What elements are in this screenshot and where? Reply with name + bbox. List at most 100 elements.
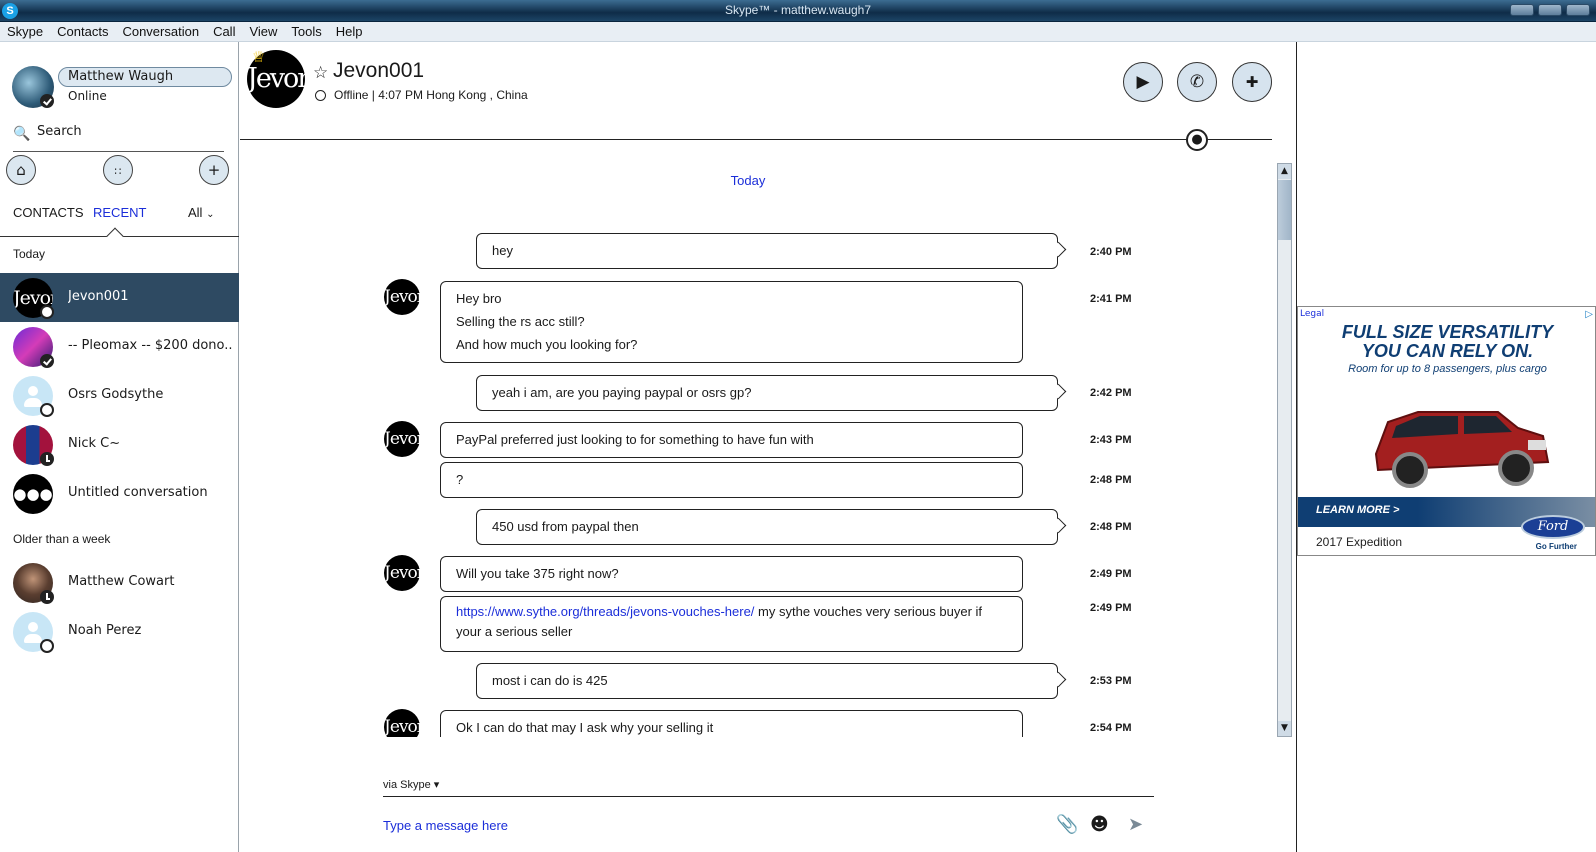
sidebar: Matthew Waugh Online 🔍 Search ⌂ ∷ + CONT… [0, 42, 239, 852]
emoticon-icon[interactable]: ☻ [1090, 814, 1109, 835]
suv-image [1374, 411, 1550, 488]
send-icon[interactable]: ➤ [1128, 814, 1143, 835]
home-icon: ⌂ [16, 161, 26, 179]
contact-name: Nick C~ [68, 436, 121, 451]
message-bubble-incoming[interactable]: ? [440, 462, 1023, 498]
menu-contacts[interactable]: Contacts [57, 24, 108, 39]
online-status-icon [40, 354, 54, 368]
section-today: Today [13, 247, 46, 261]
home-button[interactable]: ⌂ [6, 155, 36, 185]
video-call-button[interactable]: ▶ [1123, 62, 1163, 102]
offline-status-icon [40, 305, 54, 319]
contact-noah-perez[interactable]: Noah Perez [0, 607, 239, 656]
chat-title[interactable]: Jevon001 [333, 59, 424, 83]
message-time: 2:54 PM [1090, 722, 1132, 734]
via-skype-dropdown[interactable]: via Skype ▾ [383, 778, 439, 791]
menu-tools[interactable]: Tools [291, 24, 321, 39]
phone-icon: ✆ [1189, 72, 1205, 92]
minimize-button[interactable] [1510, 4, 1534, 16]
message-bubble-outgoing[interactable]: yeah i am, are you paying paypal or osrs… [476, 375, 1058, 411]
menu-conversation[interactable]: Conversation [122, 24, 199, 39]
offline-status-icon [315, 90, 326, 101]
profile-status[interactable]: Online [68, 89, 107, 103]
plus-icon: + [207, 161, 221, 179]
scroll-thumb[interactable] [1278, 180, 1291, 240]
search-box[interactable]: 🔍 Search [13, 122, 224, 152]
scroll-down-icon[interactable]: ▼ [1278, 721, 1291, 736]
message-scrollbar[interactable]: ▲ ▼ [1277, 163, 1292, 737]
ad-subheadline: Room for up to 8 passengers, plus cargo [1348, 363, 1547, 375]
sender-avatar[interactable]: Jevon [384, 279, 428, 315]
group-icon: ●●● [13, 474, 53, 514]
message-text: most i can do is 425 [492, 673, 608, 688]
day-separator: Today [730, 173, 766, 188]
filter-dropdown[interactable]: All ⌄ [188, 205, 214, 220]
sender-avatar[interactable]: Jevon [384, 421, 428, 457]
contact-pleomax[interactable]: -- Pleomax -- $200 dono... [0, 322, 239, 371]
adchoices-icon[interactable]: ▷ [1585, 309, 1593, 320]
menu-view[interactable]: View [249, 24, 277, 39]
crown-icon: ♕ [252, 48, 266, 66]
message-bubble-incoming[interactable]: Ok I can do that may I ask why your sell… [440, 710, 1023, 737]
contact-nick-c[interactable]: Nick C~ [0, 420, 239, 469]
dialpad-button[interactable]: ∷ [103, 155, 133, 185]
contact-name: -- Pleomax -- $200 dono... [68, 338, 233, 353]
message-text: your a serious seller [456, 624, 573, 639]
search-label: Search [37, 124, 82, 139]
contact-tabs: CONTACTS RECENT All ⌄ [0, 197, 239, 245]
message-time: 2:49 PM [1090, 568, 1132, 580]
ad-headline: FULL SIZE VERSATILITY YOU CAN RELY ON. [1298, 323, 1595, 361]
contact-osrs-godsythe[interactable]: Osrs Godsythe [0, 371, 239, 420]
tab-recent[interactable]: RECENT [93, 205, 146, 220]
message-time: 2:42 PM [1090, 387, 1132, 399]
message-bubble-outgoing[interactable]: most i can do is 425 [476, 663, 1058, 699]
message-text: Hey bro [456, 291, 502, 306]
sender-avatar[interactable]: Jevon [384, 709, 428, 737]
menu-skype[interactable]: Skype [7, 24, 43, 39]
away-status-icon [40, 452, 54, 466]
contact-jevon001[interactable]: Jevon Jevon001 [0, 273, 239, 322]
sender-avatar[interactable]: Jevon [384, 555, 428, 591]
message-bubble-incoming[interactable]: PayPal preferred just looking to for som… [440, 422, 1023, 458]
voice-call-button[interactable]: ✆ [1177, 62, 1217, 102]
message-text: Will you take 375 right now? [456, 566, 619, 581]
tab-contacts[interactable]: CONTACTS [13, 205, 84, 220]
chat-header: Jevon ♕ ☆ Jevon001 Offline | 4:07 PM Hon… [240, 42, 1272, 151]
contact-name: Noah Perez [68, 623, 142, 638]
message-text: And how much you looking for? [456, 337, 638, 352]
window-titlebar: S Skype™ - matthew.waugh7 [0, 0, 1596, 22]
ad-legal-link[interactable]: Legal [1300, 309, 1324, 319]
add-button[interactable]: + [199, 155, 229, 185]
learn-more-button[interactable]: LEARN MORE > [1316, 504, 1399, 516]
message-bubble-incoming[interactable]: Hey bro Selling the rs acc still? And ho… [440, 281, 1023, 363]
message-text: PayPal preferred just looking to for som… [456, 432, 814, 447]
message-time: 2:48 PM [1090, 474, 1132, 486]
contact-untitled-conversation[interactable]: ●●● Untitled conversation [0, 469, 239, 518]
profile-name[interactable]: Matthew Waugh [58, 67, 232, 87]
close-button[interactable] [1566, 4, 1590, 16]
search-icon: 🔍 [13, 126, 31, 142]
ford-logo: Ford [1521, 515, 1585, 539]
message-bubble-outgoing[interactable]: 450 usd from paypal then [476, 509, 1058, 545]
chat-subtitle: Offline | 4:07 PM Hong Kong , China [334, 88, 528, 102]
add-people-button[interactable]: ✚ [1232, 62, 1272, 102]
scroll-up-icon[interactable]: ▲ [1278, 164, 1291, 179]
message-bubble-incoming[interactable]: Will you take 375 right now? [440, 556, 1023, 592]
star-icon[interactable]: ☆ [313, 63, 328, 83]
menu-help[interactable]: Help [336, 24, 363, 39]
message-input[interactable] [383, 815, 1023, 835]
message-text: Ok I can do that may I ask why your sell… [456, 720, 714, 735]
paperclip-icon[interactable]: 📎 [1056, 814, 1078, 835]
message-link[interactable]: https://www.sythe.org/threads/jevons-vou… [456, 604, 754, 619]
maximize-button[interactable] [1538, 4, 1562, 16]
message-bubble-outgoing[interactable]: hey [476, 233, 1058, 269]
menu-call[interactable]: Call [213, 24, 235, 39]
ad-tagline: Go Further [1535, 542, 1577, 551]
advertisement[interactable]: Legal ▷ FULL SIZE VERSATILITY YOU CAN RE… [1297, 306, 1596, 556]
ad-model: 2017 Expedition [1316, 535, 1403, 549]
video-camera-icon: ▶ [1136, 72, 1150, 92]
message-bubble-incoming[interactable]: https://www.sythe.org/threads/jevons-vou… [440, 596, 1023, 652]
via-label: via Skype [383, 779, 431, 791]
message-time: 2:48 PM [1090, 521, 1132, 533]
contact-matthew-cowart[interactable]: Matthew Cowart [0, 558, 239, 607]
